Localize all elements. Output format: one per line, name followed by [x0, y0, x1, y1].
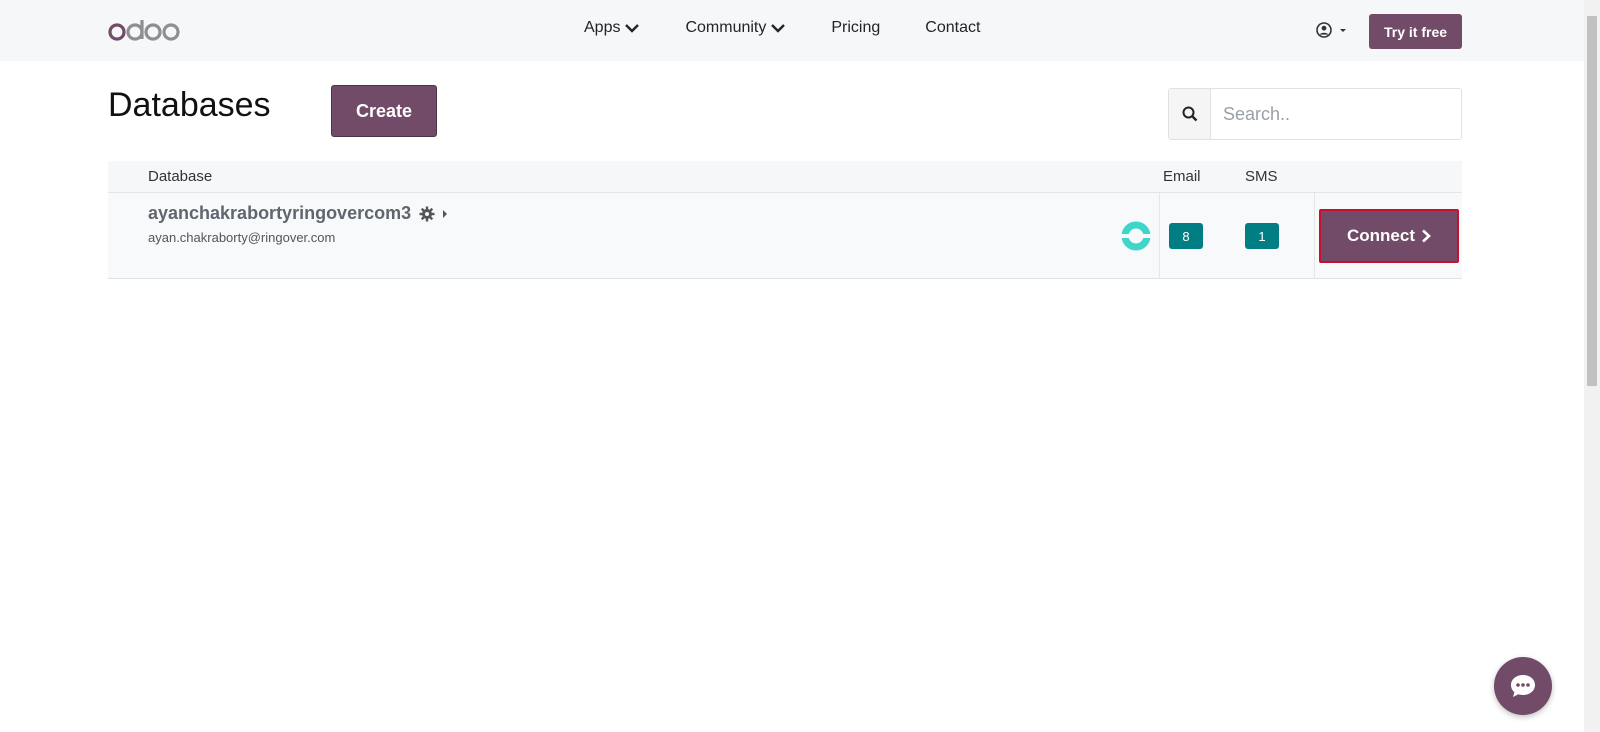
status-ring-icon [1121, 221, 1151, 256]
chat-button[interactable] [1494, 657, 1552, 715]
database-name-text[interactable]: ayanchakrabortyringovercom3 [148, 203, 411, 224]
nav-community-label: Community [685, 19, 767, 36]
connect-button[interactable]: Connect [1319, 209, 1459, 263]
nav-pricing[interactable]: Pricing [831, 19, 880, 37]
nav-pricing-label: Pricing [831, 19, 881, 36]
database-name[interactable]: ayanchakrabortyringovercom3 [148, 203, 449, 224]
create-database-button[interactable]: Create [331, 85, 437, 137]
header-database: Database [148, 168, 213, 185]
scrollbar-thumb[interactable] [1587, 16, 1597, 386]
search-box [1168, 88, 1462, 140]
chevron-down-icon [625, 24, 640, 33]
email-count-badge: 8 [1169, 223, 1203, 249]
top-navbar: Apps Community Pricing Contact Try it fr… [0, 0, 1584, 61]
chat-bubble-icon [1511, 675, 1535, 697]
odoo-logo[interactable] [108, 18, 180, 42]
chevron-down-icon [771, 24, 786, 33]
page-title: Databases [108, 86, 271, 124]
table-row: ayanchakrabortyringovercom3 ayan.chakrab… [108, 193, 1462, 279]
user-menu[interactable] [1316, 22, 1350, 38]
chevron-right-icon [1422, 229, 1431, 243]
nav-apps[interactable]: Apps [584, 19, 640, 37]
caret-right-icon[interactable] [441, 208, 449, 220]
header-sms: SMS [1245, 168, 1278, 185]
caret-down-icon [1340, 29, 1346, 32]
search-icon [1182, 106, 1197, 122]
database-owner-email: ayan.chakraborty@ringover.com [148, 230, 336, 245]
sms-count-badge: 1 [1245, 223, 1279, 249]
gear-icon[interactable] [419, 206, 435, 222]
page-scrollbar[interactable] [1584, 0, 1600, 732]
databases-table: Database Email SMS ayanchakrabortyringov… [108, 161, 1462, 279]
table-header: Database Email SMS [108, 161, 1462, 193]
header-email: Email [1163, 168, 1201, 185]
nav-contact-label: Contact [925, 19, 981, 36]
user-circle-icon [1316, 22, 1332, 38]
nav-contact[interactable]: Contact [925, 19, 980, 37]
try-it-free-button[interactable]: Try it free [1369, 14, 1462, 49]
nav-apps-label: Apps [584, 19, 621, 36]
search-input[interactable] [1211, 89, 1461, 139]
column-divider [1314, 193, 1315, 279]
column-divider [1159, 193, 1160, 279]
search-button[interactable] [1169, 89, 1211, 139]
nav-community[interactable]: Community [685, 19, 786, 37]
connect-label: Connect [1347, 226, 1415, 245]
